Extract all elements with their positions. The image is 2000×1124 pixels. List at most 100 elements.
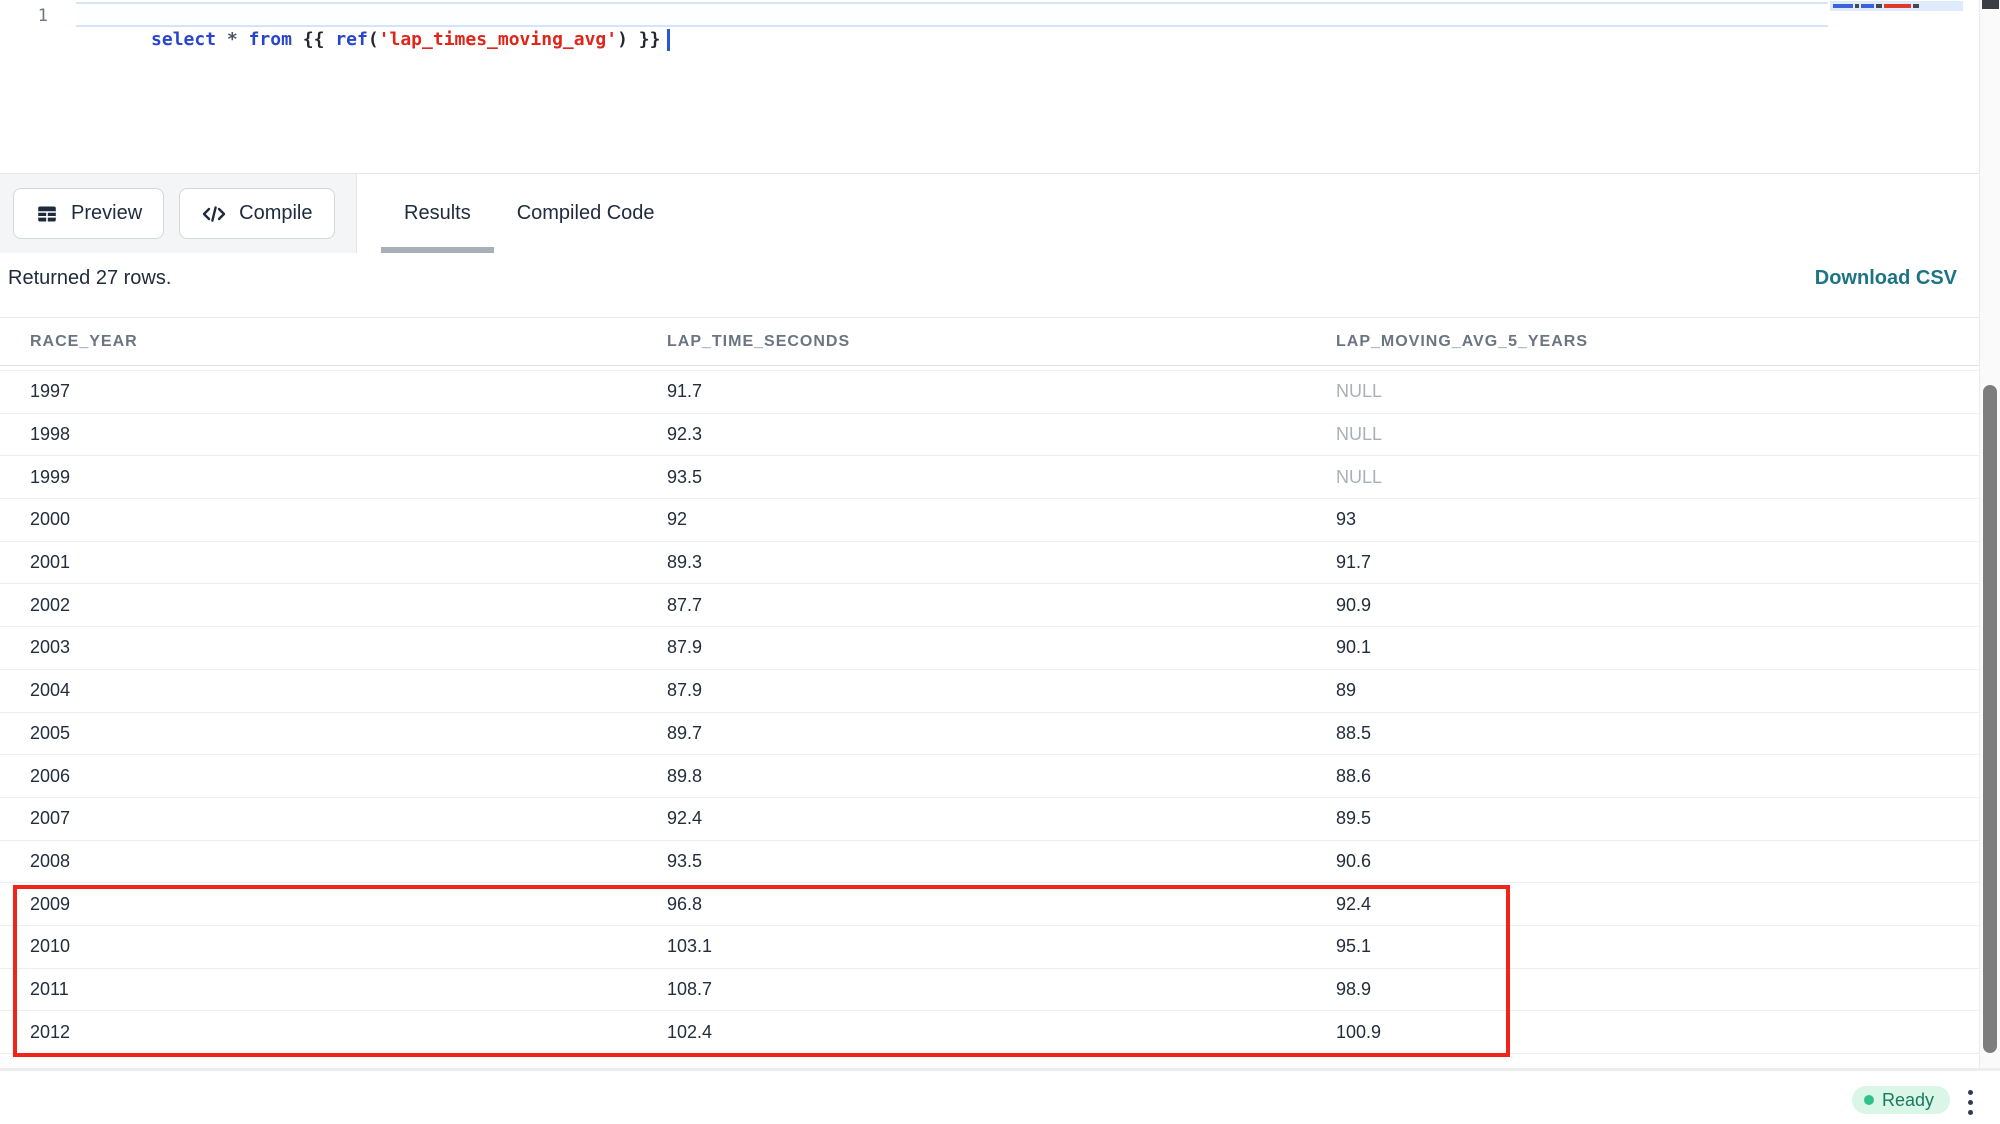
code-line[interactable]: select * from {{ ref('lap_times_moving_a…	[86, 4, 670, 76]
cell-lap-moving-avg-5-years: 93	[1336, 509, 1979, 530]
tab-results[interactable]: Results	[381, 174, 494, 253]
cell-race-year: 1997	[0, 381, 667, 402]
result-tabs: Results Compiled Code	[381, 174, 678, 253]
cell-lap-moving-avg-5-years: 88.6	[1336, 766, 1979, 787]
table-row: 200589.788.5	[0, 713, 1979, 756]
cell-race-year: 2006	[0, 766, 667, 787]
toolbar-button-group: Preview Compile	[0, 174, 357, 253]
table-row: 200689.888.6	[0, 755, 1979, 798]
cell-lap-time-seconds: 93.5	[667, 467, 1336, 488]
preview-button[interactable]: Preview	[13, 188, 164, 239]
cell-race-year: 2007	[0, 808, 667, 829]
cell-lap-moving-avg-5-years: NULL	[1336, 424, 1979, 445]
cell-lap-time-seconds: 87.9	[667, 680, 1336, 701]
table-row: 20009293	[0, 499, 1979, 542]
cell-race-year: 1998	[0, 424, 667, 445]
cell-lap-time-seconds: 89.8	[667, 766, 1336, 787]
results-scrollbar-thumb[interactable]	[1983, 385, 1997, 1053]
cell-race-year: 2008	[0, 851, 667, 872]
table-row: 199993.5NULL	[0, 456, 1979, 499]
cell-lap-time-seconds: 103.1	[667, 936, 1336, 957]
results-table-body[interactable]: 199791.7NULL199892.3NULL199993.5NULL2000…	[0, 370, 1979, 1054]
table-row: 200189.391.7	[0, 542, 1979, 585]
cell-lap-time-seconds: 93.5	[667, 851, 1336, 872]
tab-compiled-code-label: Compiled Code	[517, 202, 655, 225]
compile-button[interactable]: Compile	[179, 188, 334, 239]
table-row: 199791.7NULL	[0, 371, 1979, 414]
cell-race-year: 1999	[0, 467, 667, 488]
table-row: 200792.489.5	[0, 798, 1979, 841]
table-header-row: RACE_YEAR LAP_TIME_SECONDS LAP_MOVING_AV…	[0, 317, 1979, 366]
compile-button-label: Compile	[239, 202, 312, 225]
column-header-lap-moving-avg-5-years: LAP_MOVING_AVG_5_YEARS	[1336, 333, 1979, 351]
line-number: 1	[28, 4, 48, 28]
cell-lap-moving-avg-5-years: 92.4	[1336, 894, 1979, 915]
cell-lap-moving-avg-5-years: NULL	[1336, 467, 1979, 488]
results-summary-bar: Returned 27 rows. Download CSV	[0, 252, 1979, 305]
status-badge-label: Ready	[1882, 1090, 1934, 1111]
preview-button-label: Preview	[71, 202, 142, 225]
cell-race-year: 2003	[0, 637, 667, 658]
editor-scrollbar-thumb[interactable]	[1982, 0, 1999, 9]
code-brackets-icon	[201, 202, 227, 226]
cell-lap-time-seconds: 96.8	[667, 894, 1336, 915]
table-row: 200387.990.1	[0, 627, 1979, 670]
cell-lap-time-seconds: 92.4	[667, 808, 1336, 829]
table-row: 199892.3NULL	[0, 414, 1979, 457]
table-row: 200893.590.6	[0, 841, 1979, 884]
cell-lap-moving-avg-5-years: 100.9	[1336, 1022, 1979, 1043]
status-badge[interactable]: Ready	[1852, 1086, 1950, 1114]
minimap-code-line	[1833, 4, 1919, 8]
cell-race-year: 2001	[0, 552, 667, 573]
status-dot-icon	[1864, 1095, 1874, 1105]
cell-lap-moving-avg-5-years: 89	[1336, 680, 1979, 701]
column-header-race-year: RACE_YEAR	[0, 333, 667, 351]
cell-race-year: 2000	[0, 509, 667, 530]
cell-lap-moving-avg-5-years: 90.6	[1336, 851, 1979, 872]
table-row: 200996.892.4	[0, 883, 1979, 926]
cell-lap-moving-avg-5-years: 91.7	[1336, 552, 1979, 573]
table-row: 2010103.195.1	[0, 926, 1979, 969]
table-row: 200487.989	[0, 670, 1979, 713]
cell-lap-moving-avg-5-years: 88.5	[1336, 723, 1979, 744]
cell-lap-time-seconds: 91.7	[667, 381, 1336, 402]
column-header-lap-time-seconds: LAP_TIME_SECONDS	[667, 333, 1336, 351]
table-row: 2012102.4100.9	[0, 1011, 1979, 1054]
status-bar: Ready	[0, 1071, 2000, 1124]
cell-lap-time-seconds: 102.4	[667, 1022, 1336, 1043]
table-grid-icon	[35, 202, 59, 226]
code-editor[interactable]: 1 select * from {{ ref('lap_times_moving…	[0, 0, 2000, 173]
cell-race-year: 2009	[0, 894, 667, 915]
tab-results-label: Results	[404, 202, 471, 225]
cell-lap-time-seconds: 108.7	[667, 979, 1336, 1000]
cell-lap-moving-avg-5-years: NULL	[1336, 381, 1979, 402]
table-row: 2011108.798.9	[0, 969, 1979, 1012]
cell-race-year: 2002	[0, 595, 667, 616]
cell-lap-moving-avg-5-years: 95.1	[1336, 936, 1979, 957]
kebab-menu-icon[interactable]	[1962, 1090, 1978, 1115]
cell-race-year: 2012	[0, 1022, 667, 1043]
cell-lap-moving-avg-5-years: 98.9	[1336, 979, 1979, 1000]
cell-lap-time-seconds: 89.7	[667, 723, 1336, 744]
cell-lap-time-seconds: 87.9	[667, 637, 1336, 658]
scrollbar-track[interactable]	[1979, 0, 2000, 1068]
cell-lap-moving-avg-5-years: 90.9	[1336, 595, 1979, 616]
cell-lap-time-seconds: 87.7	[667, 595, 1336, 616]
dbt-ide-panel: 1 select * from {{ ref('lap_times_moving…	[0, 0, 2000, 1124]
cell-lap-time-seconds: 92.3	[667, 424, 1336, 445]
cell-race-year: 2005	[0, 723, 667, 744]
cell-lap-moving-avg-5-years: 89.5	[1336, 808, 1979, 829]
text-cursor	[667, 29, 670, 51]
minimap[interactable]	[1830, 1, 1963, 11]
cell-lap-time-seconds: 89.3	[667, 552, 1336, 573]
cell-lap-time-seconds: 92	[667, 509, 1336, 530]
cell-race-year: 2011	[0, 979, 667, 1000]
download-csv-link[interactable]: Download CSV	[1815, 267, 1957, 290]
code-tokens: select * from {{ ref('lap_times_moving_a…	[151, 29, 660, 50]
tab-compiled-code[interactable]: Compiled Code	[494, 174, 678, 253]
row-count-summary: Returned 27 rows.	[8, 267, 171, 290]
cell-lap-moving-avg-5-years: 90.1	[1336, 637, 1979, 658]
cell-race-year: 2004	[0, 680, 667, 701]
cell-race-year: 2010	[0, 936, 667, 957]
preview-toolbar: Preview Compile Results Compiled Code	[0, 173, 2000, 253]
